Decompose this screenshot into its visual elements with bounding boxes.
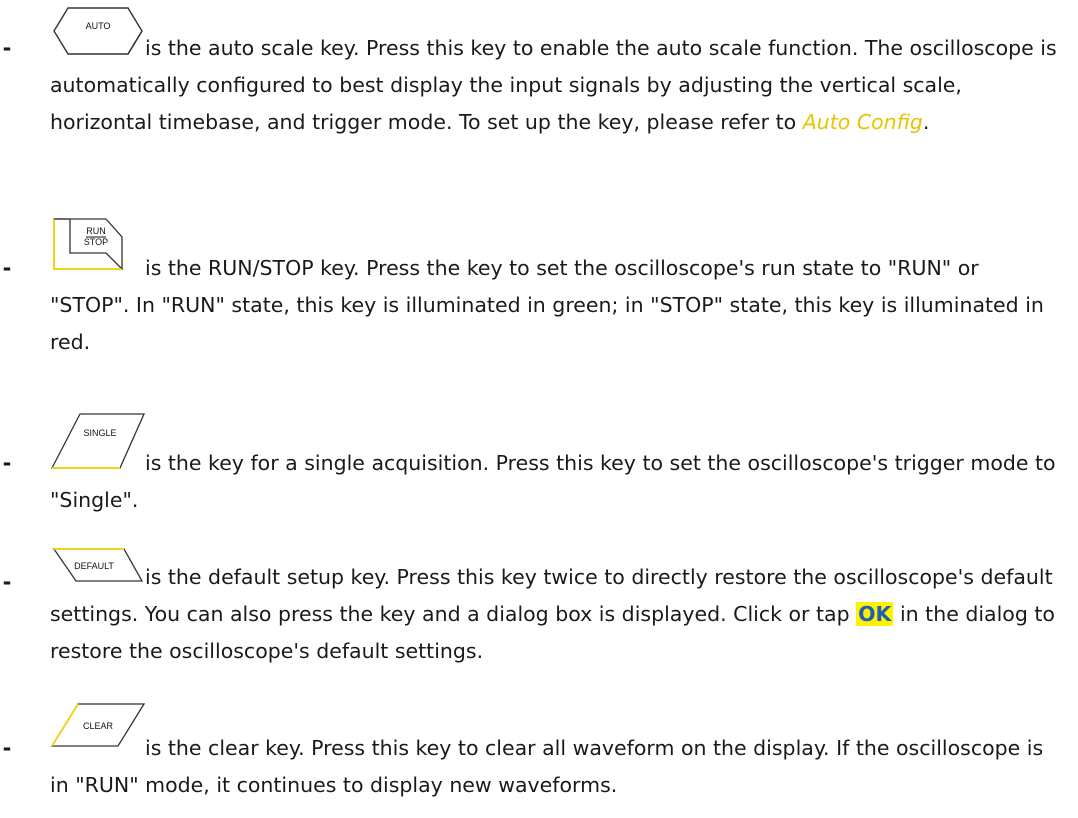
default-key-item: - DEFAULT is the default setup key. Pres… xyxy=(0,540,1078,700)
bullet-dash: - xyxy=(2,570,12,594)
clear-key-description: is the clear key. Press this key to clea… xyxy=(50,736,1044,797)
svg-text:SINGLE: SINGLE xyxy=(83,428,116,438)
svg-text:STOP: STOP xyxy=(84,237,108,247)
auto-config-link[interactable]: Auto Config xyxy=(803,110,923,134)
ok-highlight: OK xyxy=(856,602,894,626)
auto-key-item: - AUTO is the auto scale key. Press this… xyxy=(0,0,1078,200)
run-stop-key-item: - RUN STOP is the RUN/STOP key. Press th… xyxy=(0,215,1078,395)
bullet-dash: - xyxy=(2,256,12,280)
single-key-description: is the key for a single acquisition. Pre… xyxy=(50,451,1056,512)
bullet-dash: - xyxy=(2,736,12,760)
bullet-dash: - xyxy=(2,36,12,60)
single-key-item: - SINGLE is the key for a single acquisi… xyxy=(0,410,1078,540)
bullet-dash: - xyxy=(2,451,12,475)
clear-key-item: - CLEAR is the clear key. Press this key… xyxy=(0,700,1078,818)
run-stop-key-description: is the RUN/STOP key. Press the key to se… xyxy=(50,256,1044,354)
default-key-description: is the default setup key. Press this key… xyxy=(50,565,1055,663)
svg-text:RUN: RUN xyxy=(86,226,106,236)
auto-key-description: is the auto scale key. Press this key to… xyxy=(50,36,1057,134)
